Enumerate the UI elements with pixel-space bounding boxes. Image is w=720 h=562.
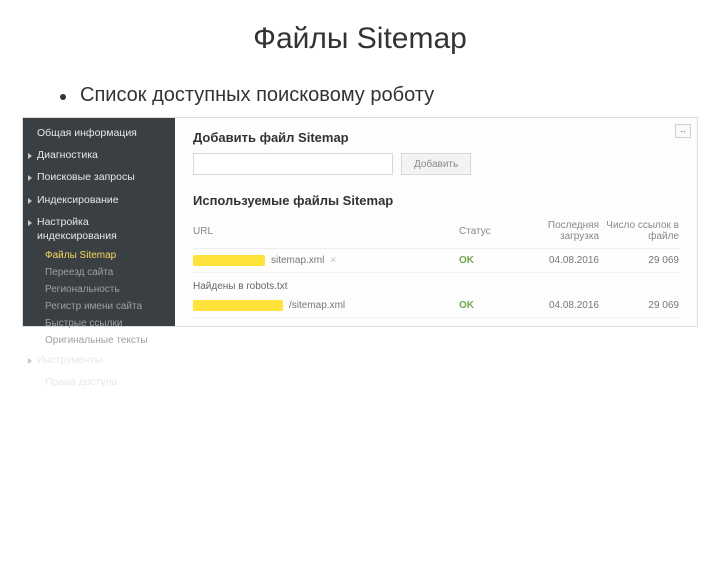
bullet-item: Список доступных поисковому роботу bbox=[60, 84, 660, 107]
used-sitemaps-heading: Используемые файлы Sitemap bbox=[193, 193, 679, 208]
status-badge: OK bbox=[459, 300, 519, 311]
sidebar-sub-site-move[interactable]: Переезд сайта bbox=[23, 264, 175, 281]
sidebar-item-access-rights[interactable]: Права доступа bbox=[23, 371, 175, 393]
col-status: Статус bbox=[459, 226, 519, 237]
sidebar-sub-original-texts[interactable]: Оригинальные тексты bbox=[23, 332, 175, 349]
sidebar: Общая информация Диагностика Поисковые з… bbox=[23, 118, 175, 326]
bullet-dot-icon bbox=[60, 94, 66, 100]
date-cell: 04.08.2016 bbox=[519, 255, 599, 266]
col-url: URL bbox=[193, 226, 459, 237]
table-row: /sitemap.xml OK 04.08.2016 29 069 bbox=[193, 294, 679, 318]
sitemap-url-input[interactable] bbox=[193, 153, 393, 175]
webmaster-panel: Общая информация Диагностика Поисковые з… bbox=[22, 117, 698, 327]
add-button[interactable]: Добавить bbox=[401, 153, 471, 175]
add-sitemap-heading: Добавить файл Sitemap bbox=[193, 130, 679, 145]
add-sitemap-form: Добавить bbox=[193, 153, 679, 175]
col-last-load: Последняя загрузка bbox=[519, 220, 599, 242]
table-header: URL Статус Последняя загрузка Число ссыл… bbox=[193, 216, 679, 249]
col-link-count: Число ссылок в файле bbox=[599, 220, 679, 242]
sidebar-item-general[interactable]: Общая информация bbox=[23, 122, 175, 144]
bullet-text: Список доступных поисковому роботу bbox=[80, 84, 434, 107]
status-badge: OK bbox=[459, 255, 519, 266]
url-tail: sitemap.xml bbox=[271, 255, 324, 266]
sidebar-item-indexing[interactable]: Индексирование bbox=[23, 189, 175, 211]
sidebar-item-indexing-settings[interactable]: Настройка индексирования bbox=[23, 211, 175, 247]
redacted-host-icon bbox=[193, 300, 283, 311]
sidebar-item-search-queries[interactable]: Поисковые запросы bbox=[23, 166, 175, 188]
sidebar-item-diagnostics[interactable]: Диагностика bbox=[23, 144, 175, 166]
expand-icon[interactable]: ↔ bbox=[675, 124, 691, 138]
url-cell: sitemap.xml × bbox=[193, 255, 459, 266]
sidebar-item-tools[interactable]: Инструменты bbox=[23, 349, 175, 371]
sidebar-sub-quick-links[interactable]: Быстрые ссылки bbox=[23, 315, 175, 332]
remove-icon[interactable]: × bbox=[330, 255, 336, 266]
count-cell: 29 069 bbox=[599, 255, 679, 266]
redacted-host-icon bbox=[193, 255, 265, 266]
url-cell: /sitemap.xml bbox=[193, 300, 459, 311]
url-tail: /sitemap.xml bbox=[289, 300, 345, 311]
sidebar-sub-case[interactable]: Регистр имени сайта bbox=[23, 298, 175, 315]
table-row: sitemap.xml × OK 04.08.2016 29 069 bbox=[193, 249, 679, 273]
sidebar-sub-sitemap-files[interactable]: Файлы Sitemap bbox=[23, 247, 175, 264]
robots-subheading: Найдены в robots.txt bbox=[193, 273, 679, 294]
slide-title: Файлы Sitemap bbox=[0, 22, 720, 56]
count-cell: 29 069 bbox=[599, 300, 679, 311]
main-content: ↔ Добавить файл Sitemap Добавить Использ… bbox=[175, 118, 697, 326]
sidebar-sub-region[interactable]: Региональность bbox=[23, 281, 175, 298]
date-cell: 04.08.2016 bbox=[519, 300, 599, 311]
bullet-list: Список доступных поисковому роботу bbox=[0, 84, 720, 117]
